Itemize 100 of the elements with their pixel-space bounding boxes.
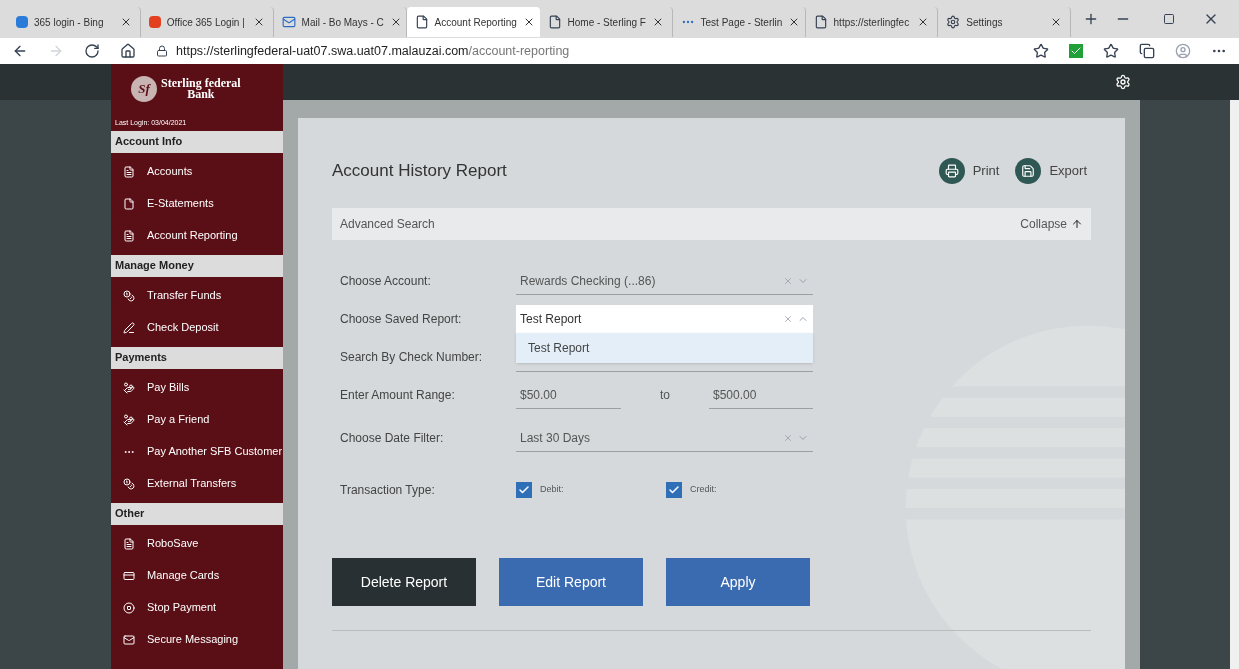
check-number-field[interactable]: [516, 368, 813, 372]
save-icon: [1021, 164, 1036, 178]
dropdown-option[interactable]: Test Report: [516, 333, 813, 363]
page-icon: [414, 15, 429, 29]
back-icon[interactable]: [12, 43, 28, 59]
document-icon: [123, 229, 135, 242]
coins-icon: [123, 289, 135, 302]
coins-icon: [123, 477, 135, 490]
document-icon: [123, 537, 135, 550]
stop-icon: [123, 601, 135, 614]
sidebar-item[interactable]: Pay a Friend: [111, 403, 283, 436]
browser-tab[interactable]: Account Reporting: [406, 7, 540, 37]
hand-icon: [123, 381, 135, 394]
action-button[interactable]: Delete Report: [332, 558, 476, 606]
tab-title: Mail - Bo Mays - C: [301, 15, 384, 30]
collapse-toggle[interactable]: Collapse: [1020, 215, 1083, 233]
section-header: Manage Money: [111, 254, 283, 277]
tab-title: Home - Sterling F: [567, 15, 646, 30]
sidebar-item[interactable]: Pay Bills: [111, 371, 283, 404]
field-label: Choose Date Filter:: [340, 430, 445, 447]
checkbox-label: Debit:: [540, 483, 564, 497]
pen-icon: [123, 321, 135, 334]
bank-name: Sterling federal: [161, 78, 241, 89]
file-icon: [123, 197, 135, 210]
action-button[interactable]: Edit Report: [499, 558, 643, 606]
collections-icon[interactable]: [1139, 43, 1155, 59]
field-label: Search By Check Number:: [340, 349, 484, 366]
browser-tab[interactable]: Test Page - Sterlin: [672, 7, 806, 37]
page-icon: [813, 15, 828, 29]
sidebar-item[interactable]: External Transfers: [111, 467, 283, 500]
office-icon: [148, 16, 161, 28]
browser-tab[interactable]: Home - Sterling F: [539, 7, 673, 37]
sidebar-item[interactable]: Secure Messaging: [111, 623, 283, 656]
check-icon: [668, 484, 680, 496]
maximize-icon[interactable]: [1163, 13, 1176, 25]
browser-tab[interactable]: Settings: [938, 7, 1072, 37]
amount-from-field[interactable]: $50.00: [516, 381, 621, 409]
mail-icon: [123, 633, 135, 646]
tab-title: 365 login - Bing: [34, 15, 105, 30]
section-header: Account Info: [111, 130, 283, 153]
sidebar-item[interactable]: Account Reporting: [111, 219, 283, 252]
action-button[interactable]: Apply: [666, 558, 810, 606]
bank-logo-mark: Sf: [131, 76, 157, 102]
checkbox[interactable]: [666, 482, 682, 498]
select-field[interactable]: Test Report: [516, 305, 813, 333]
bing-icon: [16, 16, 28, 28]
scrollbar[interactable]: [1230, 100, 1239, 669]
home-icon[interactable]: [120, 43, 136, 59]
field-label: Choose Saved Report:: [340, 311, 463, 328]
tab-title: https://sterlingfec: [833, 15, 911, 30]
field-label: Transaction Type:: [340, 482, 436, 499]
sidebar-item[interactable]: Accounts: [111, 155, 283, 188]
printer-icon: [944, 164, 959, 178]
bank-name: Bank: [187, 89, 215, 100]
sidebar-item[interactable]: Check Deposit: [111, 311, 283, 344]
report-title: Account History Report: [332, 160, 507, 183]
tab-title: Office 365 Login |: [166, 15, 246, 30]
url-text: https://sterlingfederal-uat07.swa.uat07.malauzai.com/account-reporting: [176, 42, 570, 60]
lock-icon: [156, 45, 168, 57]
field-label: Enter Amount Range:: [340, 387, 456, 404]
browser-tab[interactable]: Office 365 Login |: [140, 7, 274, 37]
card-icon: [123, 569, 135, 582]
print-button[interactable]: Print: [938, 158, 1000, 184]
checkbox-label: Credit:: [690, 483, 717, 497]
advanced-search-title: Advanced Search: [340, 216, 435, 233]
check-icon: [518, 484, 530, 496]
settings-icon: [946, 15, 961, 29]
select-field[interactable]: Rewards Checking (...86): [516, 267, 813, 295]
settings-icon[interactable]: [1115, 74, 1131, 90]
hand-icon: [123, 413, 135, 426]
advanced-search-bar[interactable]: Advanced Search Collapse: [332, 208, 1091, 240]
reload-icon[interactable]: [84, 43, 100, 59]
checkbox[interactable]: [516, 482, 532, 498]
document-icon: [123, 165, 135, 178]
amount-to-field[interactable]: $500.00: [709, 381, 813, 409]
extension-check-icon[interactable]: [1069, 44, 1083, 58]
favorites-icon[interactable]: [1103, 43, 1119, 59]
sidebar-item[interactable]: Stop Payment: [111, 591, 283, 624]
tab-title: Account Reporting: [434, 15, 517, 30]
mail-icon: [281, 15, 296, 29]
sidebar-item[interactable]: E-Statements: [111, 187, 283, 220]
sidebar-item[interactable]: RoboSave: [111, 527, 283, 560]
sidebar-item[interactable]: Manage Cards: [111, 559, 283, 592]
select-field[interactable]: Last 30 Days: [516, 424, 813, 452]
section-header: Other: [111, 502, 283, 525]
section-header: Payments: [111, 346, 283, 369]
tab-title: Settings: [966, 15, 1004, 30]
favorite-star-icon[interactable]: [1033, 43, 1049, 59]
field-label: Choose Account:: [340, 273, 432, 290]
range-separator: to: [659, 387, 671, 404]
page-icon: [547, 15, 562, 29]
browser-tab[interactable]: Mail - Bo Mays - C: [273, 7, 407, 37]
sidebar-item[interactable]: Pay Another SFB Customer: [111, 435, 283, 468]
browser-tab[interactable]: 365 login - Bing: [8, 7, 141, 37]
arrow-up-icon: [1071, 218, 1083, 230]
export-button[interactable]: Export: [1015, 158, 1087, 184]
tab-title: Test Page - Sterlin: [700, 15, 783, 30]
browser-tab[interactable]: https://sterlingfec: [805, 7, 939, 37]
profile-icon[interactable]: [1175, 43, 1191, 59]
sidebar-item[interactable]: Transfer Funds: [111, 279, 283, 312]
